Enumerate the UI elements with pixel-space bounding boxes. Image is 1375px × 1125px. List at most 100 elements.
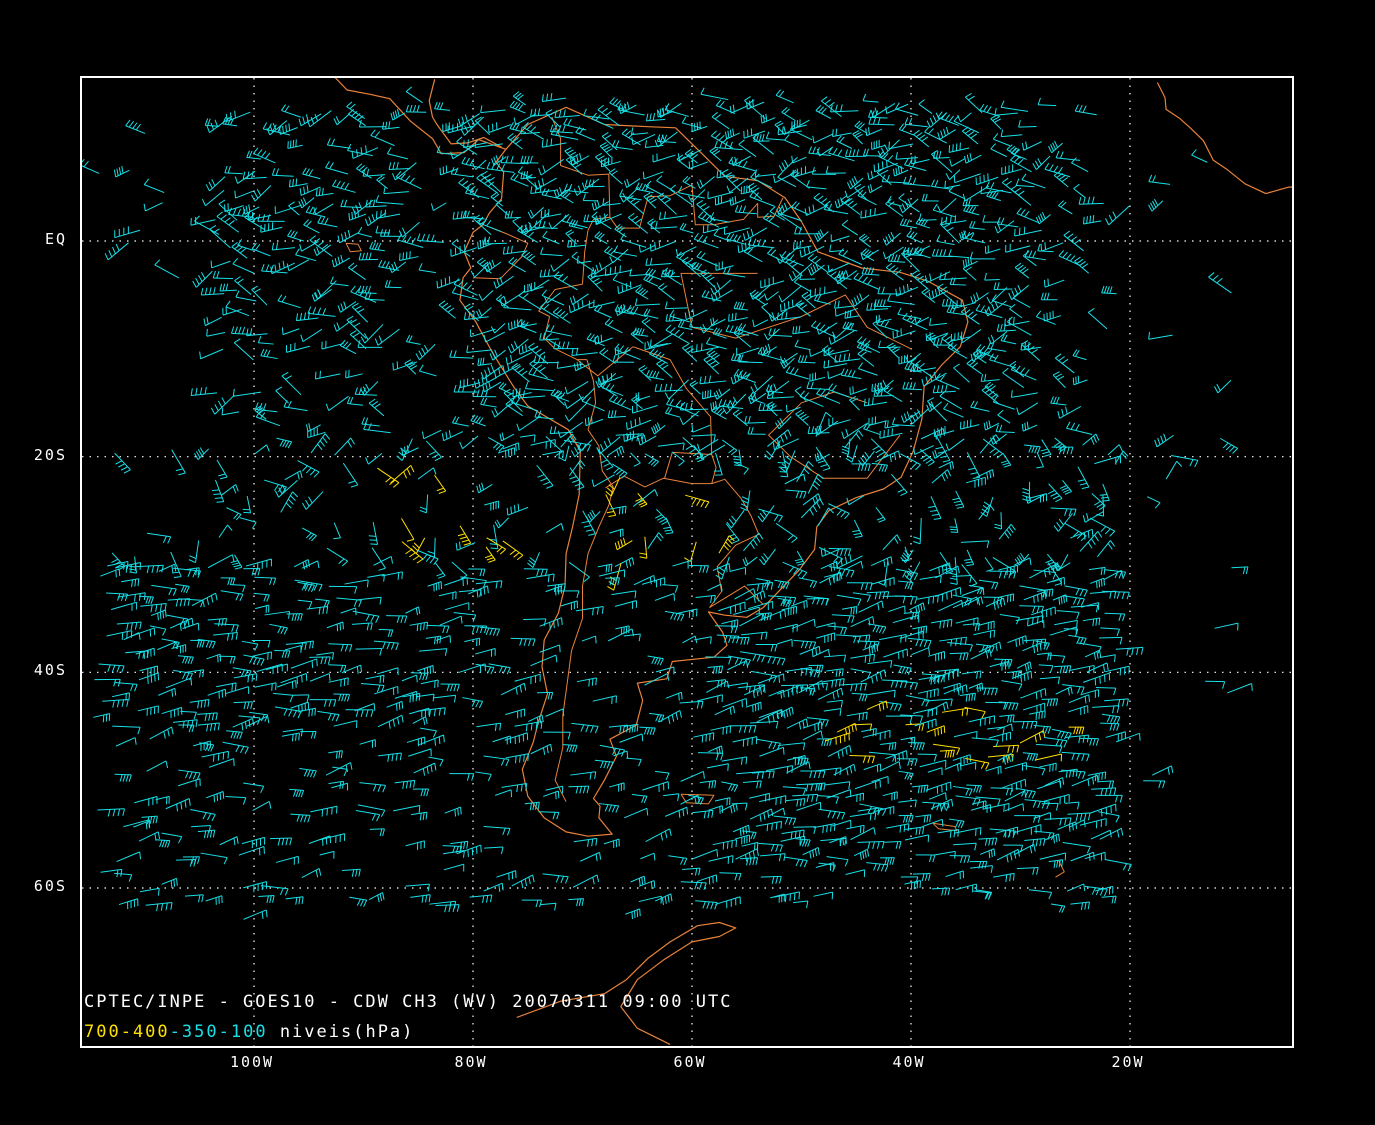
map-caption: CPTEC/INPE - GOES10 - CDW CH3 (WV) 20070… bbox=[84, 992, 733, 1012]
wind-barb bbox=[439, 615, 463, 626]
wind-barb bbox=[593, 304, 612, 319]
wind-barb bbox=[1083, 672, 1111, 686]
wind-barb bbox=[352, 610, 380, 623]
wind-barb bbox=[721, 619, 739, 629]
wind-barb bbox=[1059, 480, 1073, 495]
wind-barb bbox=[398, 221, 420, 238]
wind-barb bbox=[100, 568, 121, 578]
wind-barb bbox=[663, 793, 680, 802]
wind-barb bbox=[477, 357, 492, 366]
wind-barb bbox=[243, 881, 268, 893]
wind-barb bbox=[886, 342, 900, 358]
wind-barb bbox=[862, 148, 880, 157]
wind-barb bbox=[599, 142, 613, 158]
wind-barb bbox=[1146, 496, 1161, 509]
wind-barb bbox=[915, 814, 932, 823]
wind-barb bbox=[985, 597, 1006, 610]
wind-barb bbox=[241, 640, 259, 651]
wind-barb bbox=[308, 835, 332, 846]
wind-barb bbox=[888, 141, 914, 150]
wind-barb bbox=[125, 650, 149, 659]
wind-barb bbox=[375, 225, 390, 234]
wind-barb bbox=[917, 593, 944, 605]
wind-barb bbox=[295, 311, 319, 322]
wind-barb bbox=[197, 829, 216, 839]
wind-barb bbox=[766, 380, 790, 397]
wind-barb bbox=[501, 782, 528, 793]
wind-barb bbox=[755, 820, 783, 832]
wind-barb bbox=[357, 226, 373, 238]
wind-barb bbox=[342, 868, 361, 877]
wind-barb bbox=[989, 828, 1016, 839]
wind-barb bbox=[953, 842, 977, 851]
wind-barb bbox=[647, 532, 664, 549]
wind-barb bbox=[664, 301, 688, 310]
wind-barb bbox=[852, 592, 871, 603]
wind-barb bbox=[894, 595, 918, 604]
wind-barb bbox=[828, 417, 851, 427]
wind-barb bbox=[990, 787, 1013, 796]
wind-barb bbox=[885, 715, 913, 724]
wind-barb bbox=[630, 452, 641, 467]
wind-barb bbox=[999, 613, 1020, 625]
wind-barb bbox=[738, 139, 757, 157]
wind-barb bbox=[721, 781, 739, 792]
wind-barb bbox=[333, 522, 342, 540]
wind-barb bbox=[928, 496, 942, 520]
wind-barb bbox=[405, 86, 423, 104]
wind-barb bbox=[405, 883, 430, 892]
wind-barb bbox=[809, 286, 837, 298]
wind-barb bbox=[1227, 683, 1253, 694]
wind-barb bbox=[827, 625, 848, 635]
wind-barb bbox=[907, 637, 932, 648]
wind-barb bbox=[614, 557, 635, 569]
wind-barb bbox=[476, 307, 492, 319]
wind-barb bbox=[1148, 198, 1164, 212]
wind-barb bbox=[575, 126, 596, 141]
wind-barb bbox=[401, 445, 419, 456]
wind-barb bbox=[549, 426, 574, 435]
wind-barb bbox=[760, 875, 782, 884]
wind-barb bbox=[540, 247, 563, 257]
wind-barb bbox=[937, 198, 957, 213]
wind-barb bbox=[271, 168, 294, 177]
wind-barb bbox=[230, 584, 246, 593]
wind-barb bbox=[1040, 439, 1052, 457]
wind-barb bbox=[1055, 686, 1073, 696]
wind-barb bbox=[1231, 566, 1249, 575]
wind-barb bbox=[1010, 363, 1037, 381]
wind-barb bbox=[381, 571, 403, 580]
wind-barb bbox=[794, 386, 808, 402]
wind-barb bbox=[1099, 654, 1116, 663]
wind-barb bbox=[216, 459, 228, 480]
wind-barb bbox=[820, 837, 847, 847]
wind-barb bbox=[740, 651, 766, 663]
wind-barb bbox=[932, 203, 956, 218]
wind-barb bbox=[239, 517, 257, 529]
wind-barb bbox=[1001, 680, 1023, 691]
wind-barb bbox=[817, 507, 834, 526]
wind-barb bbox=[222, 306, 242, 316]
wind-barb bbox=[455, 541, 476, 551]
wind-barb bbox=[226, 730, 243, 740]
wind-barb bbox=[562, 744, 578, 753]
wind-barb bbox=[941, 298, 963, 307]
wind-barb bbox=[545, 522, 564, 534]
wind-barb bbox=[768, 689, 785, 699]
wind-barb bbox=[965, 476, 986, 488]
wind-barb bbox=[776, 638, 793, 647]
wind-barb bbox=[607, 409, 626, 419]
wind-barb bbox=[139, 887, 160, 896]
wind-barb bbox=[438, 591, 457, 600]
wind-barb bbox=[980, 373, 1000, 382]
wind-barb bbox=[984, 557, 994, 572]
wind-barb bbox=[1104, 612, 1126, 622]
wind-barb bbox=[317, 710, 340, 722]
wind-barb bbox=[225, 795, 247, 805]
wind-barb bbox=[1088, 566, 1106, 576]
wind-barb bbox=[488, 122, 512, 133]
wind-barb bbox=[692, 848, 719, 860]
wind-barb bbox=[538, 811, 560, 820]
wind-barb bbox=[945, 870, 965, 880]
wind-barb bbox=[664, 103, 689, 117]
